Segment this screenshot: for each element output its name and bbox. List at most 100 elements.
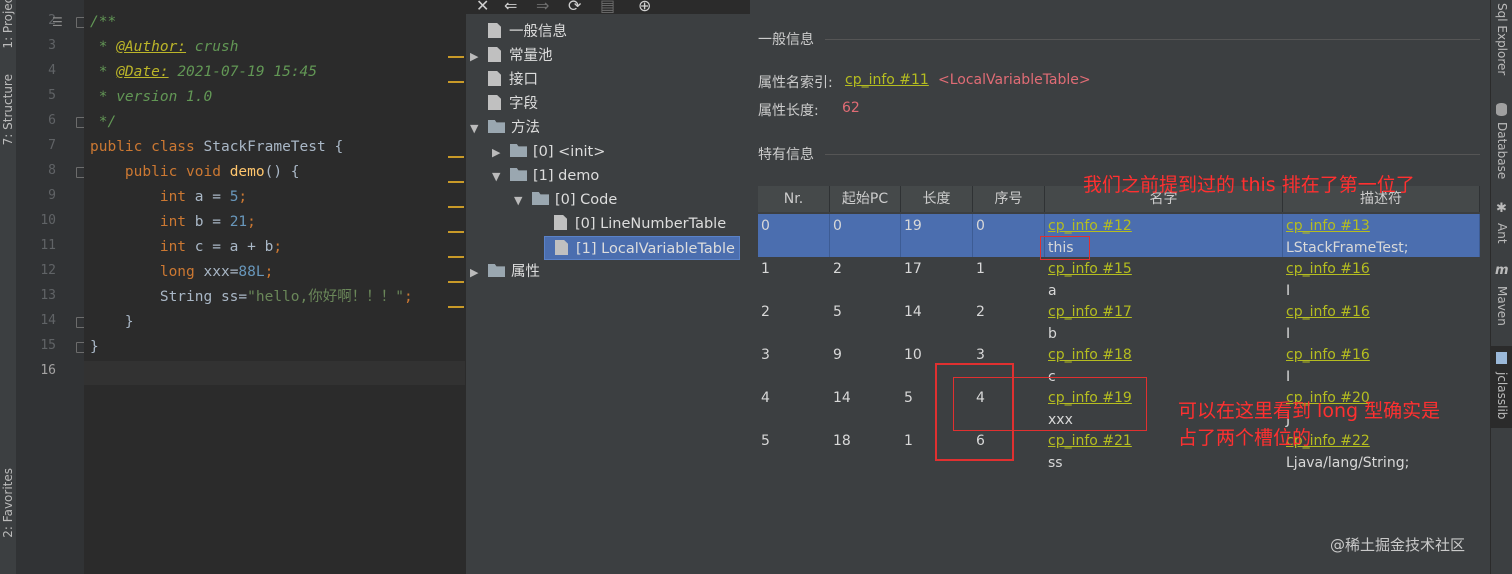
- web-icon[interactable]: ⊕: [638, 0, 651, 15]
- table-row[interactable]: 1 2 17 1 cp_info #15 a cp_info #16 I: [758, 257, 1480, 300]
- warning-marker[interactable]: [448, 156, 464, 158]
- cp-info-link[interactable]: cp_info #17: [1048, 300, 1283, 324]
- back-icon[interactable]: ⇐: [504, 0, 517, 15]
- code-line: }: [90, 339, 99, 355]
- line-number: 7: [48, 138, 56, 153]
- code-line: }: [90, 314, 134, 330]
- table-cell-nr: 3: [761, 347, 770, 363]
- document-icon: [488, 71, 501, 86]
- cp-info-link[interactable]: cp_info #15: [1048, 257, 1283, 281]
- cp-info-link[interactable]: cp_info #16: [1286, 257, 1480, 281]
- table-cell-start: 2: [833, 261, 842, 277]
- collapse-arrow-icon[interactable]: ▶: [470, 50, 478, 63]
- table-cell-idx: 2: [976, 304, 985, 320]
- cell-value: I: [1286, 283, 1291, 299]
- warning-marker[interactable]: [448, 306, 464, 308]
- table-cell-name[interactable]: cp_info #17 b: [1045, 300, 1283, 343]
- collapse-arrow-icon[interactable]: ▶: [492, 146, 500, 159]
- warning-marker[interactable]: [448, 181, 464, 183]
- table-cell-desc[interactable]: cp_info #13 LStackFrameTest;: [1283, 214, 1480, 257]
- warning-marker[interactable]: [448, 256, 464, 258]
- name-index-link[interactable]: cp_info #11: [845, 72, 929, 88]
- tree-node-label: 属性: [511, 264, 540, 280]
- warning-marker[interactable]: [448, 281, 464, 283]
- code-line: * @Author: crush: [90, 39, 239, 55]
- tree-node-label: 一般信息: [509, 24, 567, 40]
- maven-tool-tab[interactable]: Maven: [1491, 282, 1512, 330]
- document-icon: [488, 23, 501, 38]
- bookmark-list-icon[interactable]: ☰: [52, 15, 63, 29]
- expand-arrow-icon[interactable]: ▼: [470, 122, 478, 135]
- tree-node[interactable]: 方法: [488, 116, 540, 140]
- table-cell-desc[interactable]: cp_info #16 I: [1283, 257, 1480, 300]
- column-header-nr[interactable]: Nr.: [758, 186, 830, 212]
- structure-tool-tab[interactable]: 7: Structure: [0, 62, 16, 157]
- save-icon[interactable]: ▤: [600, 0, 615, 15]
- column-header-length[interactable]: 长度: [901, 186, 973, 212]
- code-line: int c = a + b;: [90, 239, 283, 255]
- cell-value: I: [1286, 326, 1291, 342]
- tree-node[interactable]: [1] LocalVariableTable: [544, 236, 740, 260]
- table-cell-nr: 1: [761, 261, 770, 277]
- structure-tab-label: 7: Structure: [1, 73, 15, 146]
- table-row[interactable]: 2 5 14 2 cp_info #17 b cp_info #16 I: [758, 300, 1480, 343]
- cp-info-link[interactable]: cp_info #13: [1286, 214, 1479, 238]
- document-icon: [488, 47, 501, 62]
- ant-tool-tab[interactable]: Ant: [1491, 218, 1512, 248]
- forward-icon[interactable]: ⇒: [536, 0, 549, 15]
- tree-node[interactable]: [0] LineNumberTable: [554, 212, 726, 236]
- table-row[interactable]: 5 18 1 6 cp_info #21 ss cp_info #22 Ljava/lang/…: [758, 429, 1480, 472]
- favorites-tool-tab[interactable]: 2: Favorites: [0, 455, 16, 550]
- version-text: version 1.0: [116, 89, 213, 105]
- cp-info-link[interactable]: cp_info #16: [1286, 343, 1480, 367]
- annotation-this-first: 我们之前提到过的 this 排在了第一位了: [1083, 174, 1415, 196]
- left-tool-strip: 1: Project 7: Structure 2: Favorites: [0, 0, 17, 574]
- maven-icon: m: [1495, 263, 1509, 278]
- sql-explorer-tool-tab[interactable]: Sql Explorer: [1491, 0, 1512, 78]
- table-cell-nr: 0: [758, 214, 830, 257]
- tree-node[interactable]: 接口: [488, 68, 538, 92]
- warning-marker[interactable]: [448, 231, 464, 233]
- document-icon: [555, 240, 568, 255]
- sql-explorer-label: Sql Explorer: [1495, 2, 1509, 76]
- warning-marker[interactable]: [448, 206, 464, 208]
- table-cell-len: 14: [904, 304, 922, 320]
- table-row[interactable]: 0 0 19 0 cp_info #12 this cp_info #13 LStackFra…: [758, 214, 1480, 257]
- warning-marker[interactable]: [448, 81, 464, 83]
- column-header-index[interactable]: 序号: [973, 186, 1045, 212]
- project-tool-tab[interactable]: 1: Project: [0, 0, 16, 48]
- database-tool-tab[interactable]: Database: [1491, 120, 1512, 182]
- code-line: String ss="hello,你好啊！！！";: [90, 289, 413, 305]
- line-number: 15: [40, 338, 56, 353]
- cp-info-link[interactable]: cp_info #18: [1048, 343, 1283, 367]
- table-cell-start: 0: [830, 214, 901, 257]
- line-number: 5: [48, 88, 56, 103]
- tree-node[interactable]: [0] Code: [532, 188, 617, 212]
- table-cell-desc[interactable]: cp_info #22 Ljava/lang/String;: [1283, 429, 1480, 472]
- code-line: /**: [90, 14, 117, 30]
- cp-info-link[interactable]: cp_info #16: [1286, 300, 1480, 324]
- tree-node[interactable]: [1] demo: [510, 164, 599, 188]
- favorites-tab-label: 2: Favorites: [1, 467, 15, 538]
- tree-node[interactable]: 属性: [488, 260, 540, 284]
- expand-arrow-icon[interactable]: ▼: [492, 170, 500, 183]
- table-cell-name[interactable]: cp_info #15 a: [1045, 257, 1283, 300]
- expand-arrow-icon[interactable]: ▼: [514, 194, 522, 207]
- author-tag: @Author:: [116, 39, 187, 55]
- cp-info-link[interactable]: cp_info #22: [1286, 429, 1480, 453]
- table-cell-desc[interactable]: cp_info #16 I: [1283, 300, 1480, 343]
- jclasslib-tool-tab[interactable]: jclasslib: [1491, 346, 1512, 428]
- cp-info-link[interactable]: cp_info #12: [1048, 214, 1282, 238]
- table-cell-idx: 1: [976, 261, 985, 277]
- date-value: 2021-07-19 15:45: [177, 64, 318, 80]
- tree-node[interactable]: 字段: [488, 92, 538, 116]
- close-icon[interactable]: ✕: [476, 0, 489, 15]
- tree-node[interactable]: [0] <init>: [510, 140, 605, 164]
- collapse-arrow-icon[interactable]: ▶: [470, 266, 478, 279]
- warning-marker[interactable]: [448, 56, 464, 58]
- column-header-start[interactable]: 起始PC: [830, 186, 901, 212]
- tree-node[interactable]: 常量池: [488, 44, 553, 68]
- tree-node[interactable]: 一般信息: [488, 20, 567, 44]
- refresh-icon[interactable]: ⟳: [568, 0, 581, 15]
- table-cell-desc[interactable]: cp_info #16 I: [1283, 343, 1480, 386]
